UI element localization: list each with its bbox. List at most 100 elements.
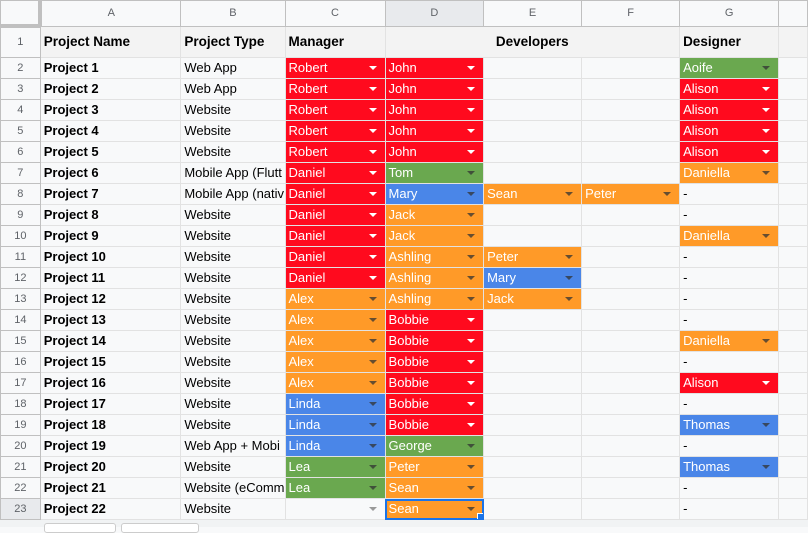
dropdown-arrow-icon[interactable] [467,234,476,238]
dropdown-arrow-icon[interactable] [368,318,377,322]
row-header[interactable]: 13 [0,288,41,310]
project-type-cell[interactable]: Website [180,267,286,289]
developer-1-cell[interactable]: John [384,141,485,163]
developer-2-cell[interactable] [483,57,583,79]
project-name-cell[interactable]: Project 1 [39,57,182,79]
project-name-cell[interactable]: Project 20 [39,456,182,478]
developer-3-cell[interactable] [581,477,681,499]
manager-cell[interactable]: Lea [284,477,386,499]
manager-cell[interactable]: Robert [284,99,386,121]
manager-cell[interactable]: Robert [284,141,386,163]
developer-2-cell[interactable] [483,225,583,247]
developer-2-cell[interactable] [483,330,583,352]
developer-3-cell[interactable] [581,246,681,268]
project-name-cell[interactable]: Project 2 [39,78,182,100]
designer-cell[interactable]: Alison [679,78,780,100]
designer-cell[interactable]: Daniella [679,225,780,247]
developer-1-cell[interactable]: John [384,99,485,121]
dropdown-arrow-icon[interactable] [762,171,771,175]
project-name-cell[interactable]: Project 6 [39,162,182,184]
developer-3-cell[interactable] [581,267,681,289]
dropdown-arrow-icon[interactable] [762,234,771,238]
dropdown-arrow-icon[interactable] [368,423,377,427]
project-name-cell[interactable]: Project 13 [39,309,182,331]
dropdown-arrow-icon[interactable] [762,381,771,385]
developer-3-cell[interactable] [581,141,681,163]
project-type-cell[interactable]: Website [180,414,286,436]
empty-cell[interactable] [778,435,808,457]
developer-1-cell[interactable]: Ashling [384,288,485,310]
designer-cell[interactable]: - [679,288,780,310]
project-type-cell[interactable]: Website [180,225,286,247]
developer-1-cell[interactable]: Bobbie [384,393,485,415]
project-name-cell[interactable]: Project 8 [39,204,182,226]
developer-2-cell[interactable] [483,414,583,436]
developer-2-cell[interactable] [483,204,583,226]
designer-cell[interactable]: - [679,267,780,289]
developer-2-cell[interactable] [483,498,583,520]
empty-cell[interactable] [778,330,808,352]
row-header[interactable]: 9 [0,204,41,226]
row-header[interactable]: 19 [0,414,41,436]
designer-cell[interactable]: Alison [679,372,780,394]
project-type-cell[interactable]: Web App [180,57,286,79]
manager-cell[interactable]: Linda [284,393,386,415]
header-developers[interactable]: Developers [384,25,681,58]
project-name-cell[interactable]: Project 19 [39,435,182,457]
dropdown-arrow-icon[interactable] [368,402,377,406]
dropdown-arrow-icon[interactable] [368,276,377,280]
developer-3-cell[interactable] [581,225,681,247]
manager-cell[interactable]: Daniel [284,246,386,268]
dropdown-arrow-icon[interactable] [467,465,476,469]
row-header[interactable]: 16 [0,351,41,373]
developer-1-cell[interactable]: Sean [384,498,485,520]
dropdown-arrow-icon[interactable] [565,276,574,280]
designer-cell[interactable]: Aoife [679,57,780,79]
project-name-cell[interactable]: Project 12 [39,288,182,310]
project-name-cell[interactable]: Project 14 [39,330,182,352]
designer-cell[interactable]: Alison [679,141,780,163]
row-header[interactable]: 14 [0,309,41,331]
empty-cell[interactable] [778,498,808,520]
designer-cell[interactable]: - [679,393,780,415]
project-type-cell[interactable]: Website [180,120,286,142]
developer-3-cell[interactable] [581,393,681,415]
empty-cell[interactable] [778,393,808,415]
designer-cell[interactable]: - [679,246,780,268]
dropdown-arrow-icon[interactable] [368,360,377,364]
dropdown-arrow-icon[interactable] [368,465,377,469]
row-header[interactable]: 8 [0,183,41,205]
dropdown-arrow-icon[interactable] [368,339,377,343]
dropdown-arrow-icon[interactable] [368,129,377,133]
empty-cell[interactable] [778,183,808,205]
developer-2-cell[interactable] [483,78,583,100]
row-header[interactable]: 22 [0,477,41,499]
manager-cell[interactable]: Robert [284,120,386,142]
row-header[interactable]: 11 [0,246,41,268]
developer-1-cell[interactable]: Bobbie [384,351,485,373]
developer-1-cell[interactable]: Tom [384,162,485,184]
developer-3-cell[interactable] [581,498,681,520]
dropdown-arrow-icon[interactable] [467,381,476,385]
dropdown-arrow-icon[interactable] [467,108,476,112]
empty-cell[interactable] [778,267,808,289]
developer-3-cell[interactable] [581,288,681,310]
manager-cell[interactable]: Daniel [284,267,386,289]
empty-cell[interactable] [778,372,808,394]
header-project-type[interactable]: Project Type [180,25,286,58]
dropdown-arrow-icon[interactable] [467,129,476,133]
dropdown-arrow-icon[interactable] [762,66,771,70]
designer-cell[interactable]: - [679,498,780,520]
project-type-cell[interactable]: Website [180,246,286,268]
developer-2-cell[interactable] [483,477,583,499]
developer-2-cell[interactable]: Jack [483,288,583,310]
developer-2-cell[interactable] [483,435,583,457]
dropdown-arrow-icon[interactable] [467,171,476,175]
developer-3-cell[interactable] [581,372,681,394]
row-header[interactable]: 15 [0,330,41,352]
developer-1-cell[interactable]: Bobbie [384,372,485,394]
manager-cell[interactable]: Alex [284,351,386,373]
dropdown-arrow-icon[interactable] [467,213,476,217]
empty-cell[interactable] [778,78,808,100]
developer-1-cell[interactable]: John [384,120,485,142]
